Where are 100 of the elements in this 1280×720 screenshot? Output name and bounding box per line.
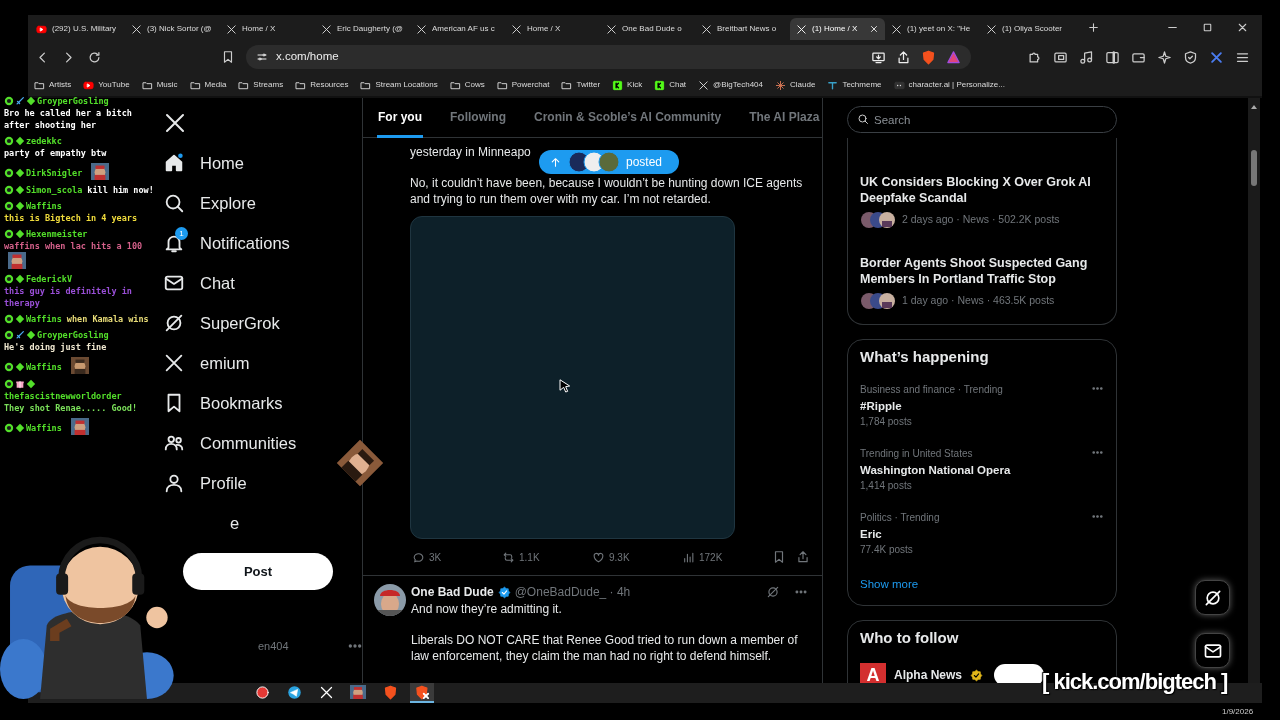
- window-icon[interactable]: [1053, 49, 1068, 65]
- bookmark-item[interactable]: YouTube: [83, 79, 130, 91]
- chat-username[interactable]: zedekkc: [26, 136, 62, 146]
- messages-button[interactable]: [1195, 633, 1230, 668]
- nav-item[interactable]: Profile: [163, 463, 247, 503]
- bookmark-item[interactable]: Techmeme: [827, 79, 882, 91]
- post-action[interactable]: 9.3K: [592, 549, 682, 565]
- feed-tab[interactable]: For you: [377, 98, 423, 138]
- bookmark-item[interactable]: Chat: [654, 79, 687, 91]
- post-action[interactable]: 172K: [682, 549, 772, 565]
- nav-item[interactable]: Chat: [163, 263, 235, 303]
- chat-username[interactable]: Hexenmeister: [26, 229, 88, 239]
- trend-name[interactable]: Eric: [860, 526, 940, 542]
- close-icon[interactable]: [869, 24, 879, 34]
- browser-tab[interactable]: (1) yeet on X: "He: [885, 18, 980, 40]
- play-button-icon: [83, 79, 95, 91]
- post-action[interactable]: 3K: [412, 549, 502, 565]
- chat-username[interactable]: Simon_scola: [26, 185, 83, 195]
- post-action[interactable]: 1.1K: [502, 549, 592, 565]
- search-field[interactable]: Search: [847, 106, 1117, 133]
- browser-tab[interactable]: American AF us c: [410, 18, 505, 40]
- bookmark-item[interactable]: Resources: [295, 79, 349, 91]
- bookmark-item[interactable]: Claude: [775, 79, 816, 91]
- x-logo-icon: [891, 23, 902, 35]
- share-icon[interactable]: [896, 49, 911, 65]
- grok-button[interactable]: [1195, 580, 1230, 615]
- address-bar[interactable]: x.com/home: [246, 45, 971, 69]
- chat-username[interactable]: Waffins: [26, 201, 62, 211]
- folder-icon: [449, 79, 461, 91]
- bookmark-icon[interactable]: [772, 550, 786, 564]
- chat-username[interactable]: DirkSnigler: [26, 168, 83, 178]
- taskbar-button[interactable]: [410, 683, 434, 703]
- folder-icon: [561, 79, 573, 91]
- speech-bubble-icon: [412, 550, 425, 564]
- news-title[interactable]: Border Agents Shoot Suspected Gang Members In Portland Traffic Stop: [860, 255, 1104, 287]
- bookmark-item[interactable]: Stream Locations: [360, 79, 438, 91]
- trend-name[interactable]: #Ripple: [860, 398, 1003, 414]
- bookmark-item[interactable]: Artists: [34, 79, 72, 91]
- folder-icon: [141, 79, 153, 91]
- bookmark-item[interactable]: Powerchat: [496, 79, 550, 91]
- play-button-icon: [36, 23, 47, 35]
- nav-item[interactable]: Explore: [163, 183, 256, 223]
- browser-tab[interactable]: One Bad Dude o: [600, 18, 695, 40]
- chat-username[interactable]: GroyperGosling: [37, 96, 109, 106]
- sidebar-icon[interactable]: [1105, 49, 1120, 65]
- chat-username[interactable]: Waffins: [26, 314, 62, 324]
- browser-tab[interactable]: Home / X: [505, 18, 600, 40]
- shield-icon[interactable]: [1183, 49, 1198, 65]
- nav-item[interactable]: SuperGrok: [163, 303, 280, 343]
- feed-tab[interactable]: The AI Plaza: [748, 98, 821, 138]
- triangle-icon[interactable]: [946, 49, 961, 65]
- bookmark-item[interactable]: Streams: [238, 79, 284, 91]
- bookmark-item[interactable]: Music: [141, 79, 178, 91]
- slashed-circle-icon[interactable]: [766, 585, 780, 599]
- nav-item[interactable]: Notifications 1: [163, 223, 290, 263]
- post-button[interactable]: Post: [183, 553, 333, 590]
- bookmark-item[interactable]: @BigTech404: [698, 79, 763, 91]
- chat-username[interactable]: GroyperGosling: [37, 330, 109, 340]
- browser-tab[interactable]: (1) Home / X: [790, 18, 885, 40]
- bookmark-item[interactable]: Cows: [449, 79, 485, 91]
- browser-tab[interactable]: Home / X: [220, 18, 315, 40]
- heart-icon: [592, 550, 605, 564]
- bookmark-item[interactable]: character.ai | Personalize...: [893, 79, 1005, 91]
- bookmark-item[interactable]: Media: [189, 79, 227, 91]
- chat-username[interactable]: FederickV: [26, 274, 73, 284]
- nav-item[interactable]: Communities: [163, 423, 297, 463]
- bookmark-item[interactable]: Kick: [612, 79, 643, 91]
- news-title[interactable]: UK Considers Blocking X Over Grok AI Deepfake Scandal: [860, 174, 1104, 206]
- cross-icon[interactable]: [1209, 49, 1224, 65]
- account-name[interactable]: Alpha News: [894, 666, 962, 683]
- circle-badge-icon: [4, 96, 14, 106]
- search-icon: [163, 192, 185, 214]
- nav-item[interactable]: emium: [163, 343, 250, 383]
- install-icon[interactable]: [871, 49, 886, 65]
- follow-button[interactable]: [994, 664, 1044, 683]
- nav-item[interactable]: Home: [163, 143, 244, 183]
- feed-tab[interactable]: Cronin & Scoble’s AI Community: [533, 98, 723, 138]
- music-note-icon[interactable]: [1079, 49, 1094, 65]
- browser-tab[interactable]: (3) Nick Sortor (@: [125, 18, 220, 40]
- nav-item[interactable]: Bookmarks: [163, 383, 283, 423]
- chat-username[interactable]: thefascistnewworldorder: [4, 391, 122, 401]
- x-logo-icon: [131, 23, 142, 35]
- chat-username[interactable]: Waffins: [26, 423, 62, 433]
- trend-name[interactable]: Washington National Opera: [860, 462, 1011, 478]
- chat-username[interactable]: Waffins: [26, 362, 62, 372]
- logo-icon: [893, 79, 905, 91]
- scrollbar[interactable]: [1248, 98, 1260, 683]
- browser-tab[interactable]: Breitbart News o: [695, 18, 790, 40]
- browser-tab[interactable]: (1) Oliya Scooter: [980, 18, 1075, 40]
- x-logo-icon[interactable]: [163, 111, 187, 135]
- show-more-link[interactable]: Show more: [860, 576, 919, 594]
- chat-message: party of empathy btw: [4, 147, 107, 159]
- feed-tab[interactable]: Following: [449, 98, 507, 138]
- bookmark-item[interactable]: Twitter: [561, 79, 601, 91]
- sparkle-icon[interactable]: [1157, 49, 1172, 65]
- browser-tab[interactable]: Eric Daugherty (@: [315, 18, 410, 40]
- browser-tab[interactable]: (292) U.S. Military: [30, 18, 125, 40]
- author-name[interactable]: One Bad Dude: [411, 583, 494, 601]
- nav-item[interactable]: e: [230, 503, 240, 543]
- reload-button[interactable]: [86, 49, 102, 65]
